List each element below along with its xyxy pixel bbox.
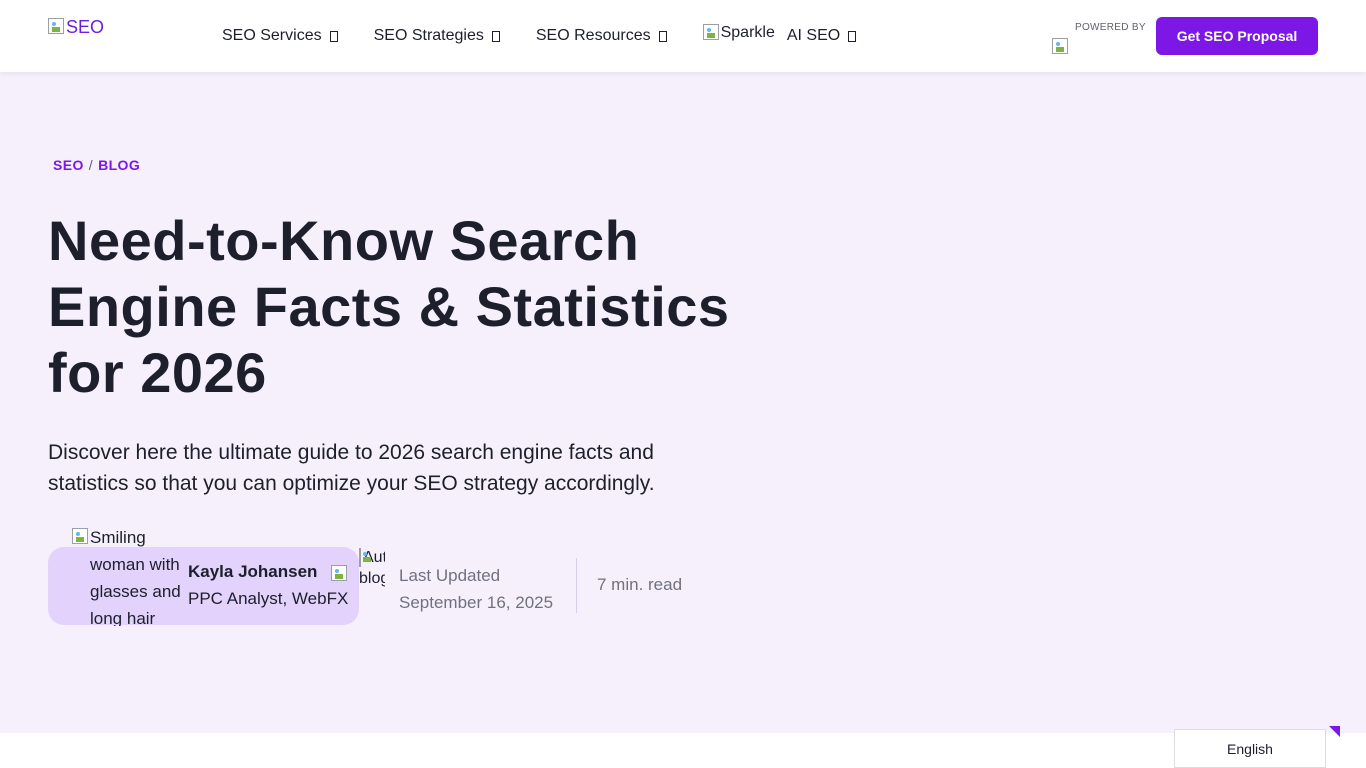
meta-divider [576, 558, 577, 613]
broken-image-icon [702, 24, 719, 40]
nav-item-label: SEO Services [222, 27, 322, 44]
nav-item-seo-services[interactable]: SEO Services [222, 27, 338, 45]
site-header: SEO SEO Services SEO Strategies SEO Reso… [0, 0, 1366, 72]
nav-item-seo-strategies[interactable]: SEO Strategies [374, 27, 500, 45]
language-selector-corner-icon [1329, 726, 1340, 737]
chevron-down-icon [491, 30, 500, 42]
author-avatar: Smiling woman with glasses and long hair [72, 524, 182, 626]
author-avatar-alt-text: Smiling woman with glasses and long hair [90, 528, 181, 626]
site-logo[interactable]: SEO [48, 16, 168, 46]
broken-image-icon [72, 528, 88, 544]
nav-item-label: SEO Resources [535, 27, 651, 44]
content-start-strip [0, 733, 1366, 768]
page-description: Discover here the ultimate guide to 2026… [48, 441, 655, 495]
last-updated-label: Last Updated [399, 566, 501, 585]
chevron-down-icon [848, 30, 857, 42]
broken-image-icon [48, 18, 64, 34]
nav-item-ai-seo[interactable]: Sparkle AI SEO [702, 24, 857, 45]
powered-by-label: POWERED BY [1075, 22, 1146, 33]
broken-image-icon [359, 548, 361, 567]
language-selector[interactable]: English [1174, 729, 1326, 768]
sparkle-icon: Sparkle [702, 24, 775, 42]
sparkle-alt-text: Sparkle [720, 24, 775, 41]
page-title: Need-to-Know Search Engine Facts & Stati… [48, 209, 730, 404]
last-updated: Last Updated September 16, 2025 [399, 562, 553, 616]
author-role: PPC Analyst, WebFX [188, 589, 349, 608]
breadcrumb-separator: / [88, 157, 94, 173]
read-time: 7 min. read [597, 575, 683, 594]
broken-image-icon [1052, 38, 1068, 54]
powered-by: POWERED BY [1052, 20, 1146, 54]
main-nav: SEO Services SEO Strategies SEO Resource… [222, 0, 892, 72]
nav-item-label: AI SEO [786, 27, 841, 44]
chevron-down-icon [658, 30, 667, 42]
breadcrumb-item-seo[interactable]: SEO [53, 157, 84, 173]
get-seo-proposal-button[interactable]: Get SEO Proposal [1156, 17, 1318, 55]
verified-icon [331, 565, 347, 581]
breadcrumb: SEO / BLOG [53, 157, 140, 173]
nav-item-label: SEO Strategies [373, 27, 484, 44]
logo-alt-text: SEO [66, 17, 105, 37]
author-badge: Author blog [359, 547, 385, 625]
author-name[interactable]: Kayla Johansen [188, 562, 317, 582]
last-updated-date: September 16, 2025 [399, 593, 554, 612]
chevron-down-icon [329, 30, 338, 42]
breadcrumb-item-blog[interactable]: BLOG [98, 157, 140, 173]
nav-item-seo-resources[interactable]: SEO Resources [536, 27, 667, 45]
